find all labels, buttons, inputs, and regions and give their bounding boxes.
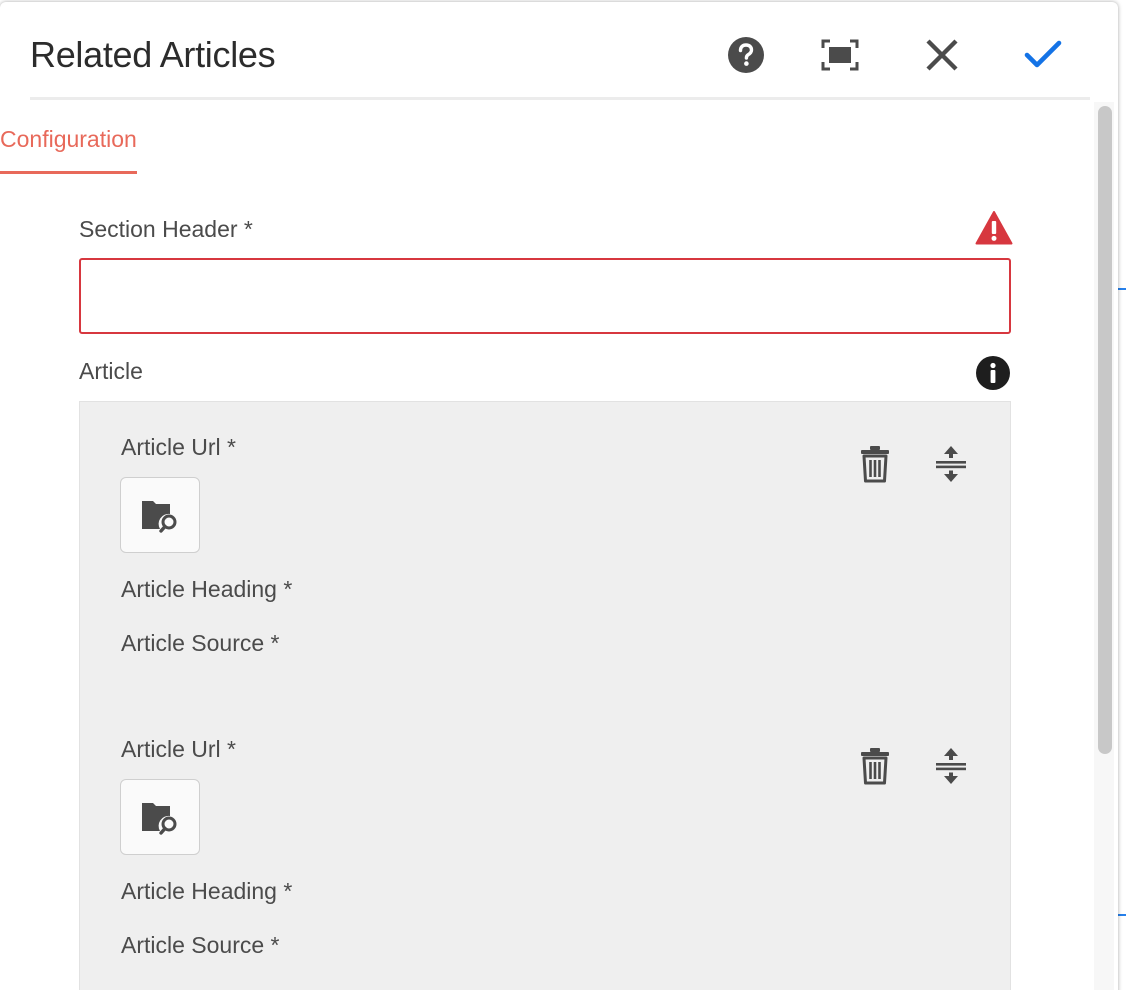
article-url-label: Article Url * [121,736,237,762]
article-url-label: Article Url * [121,434,237,460]
section-header-input[interactable] [79,258,1011,334]
reorder-handle[interactable] [931,442,971,486]
section-header-label: Section Header * [79,216,253,242]
delete-button[interactable] [855,744,895,788]
tab-configuration[interactable]: Configuration [0,112,137,174]
trash-icon [861,446,889,483]
move-updown-icon [936,446,966,482]
trash-icon [861,748,889,785]
fullscreen-button[interactable] [817,32,863,78]
alert-icon [975,211,1013,245]
folder-search-icon [142,803,177,835]
article-heading-label: Article Heading * [121,576,293,602]
background-page [1118,0,1126,990]
browse-button[interactable] [120,477,200,553]
fullscreen-icon [821,39,859,71]
move-updown-icon [936,748,966,784]
dialog-header: Related Articles [30,2,1090,100]
checkmark-icon [1024,40,1062,68]
folder-search-icon [142,501,177,533]
close-button[interactable] [919,32,965,78]
article-multifield: Article Url * Article Heading * Article … [79,401,1011,990]
reorder-handle[interactable] [931,744,971,788]
delete-button[interactable] [855,442,895,486]
article-item: Article Url * Article Heading * Article … [80,704,1010,984]
help-icon [728,37,764,73]
browse-button[interactable] [120,779,200,855]
article-source-label: Article Source * [121,932,280,958]
close-icon [926,39,958,71]
article-item: Article Url * Article Heading * Article … [80,402,1010,682]
info-icon[interactable] [975,355,1011,391]
help-button[interactable] [723,32,769,78]
scrollbar-thumb[interactable] [1098,106,1112,754]
article-label: Article [79,358,143,384]
background-rule [1118,288,1126,290]
dialog-title: Related Articles [30,34,276,75]
related-articles-dialog: Related Articles Configuration Section H… [0,2,1118,990]
done-button[interactable] [1020,32,1066,78]
background-rule [1118,914,1126,916]
article-heading-label: Article Heading * [121,878,293,904]
article-source-label: Article Source * [121,630,280,656]
